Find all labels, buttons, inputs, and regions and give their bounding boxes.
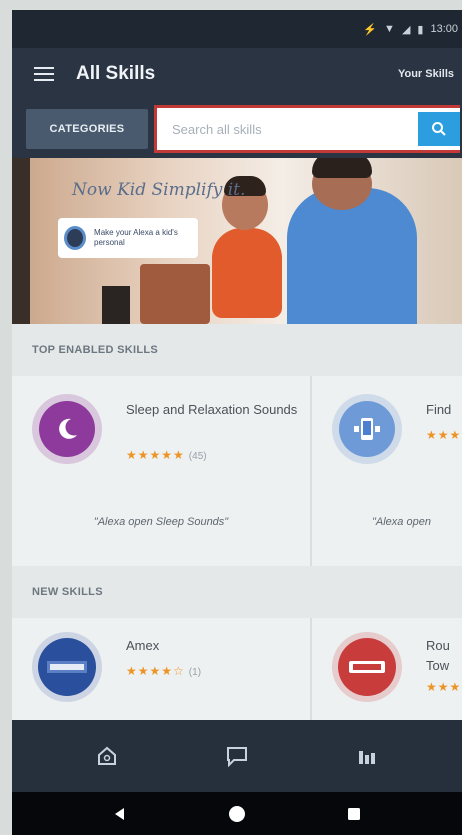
hamburger-menu-icon[interactable] [34,67,54,81]
search-button[interactable] [418,112,460,146]
skill-icon-container [32,394,102,464]
rating-stars: ★★★ [426,428,462,442]
nav-home[interactable] [87,736,127,776]
activity-icon [359,751,375,764]
promo-banner[interactable]: Now Kid Simplify it. Make your Alexa a k… [12,158,462,324]
search-box [154,105,460,153]
banner-chair [140,264,210,324]
nav-activity[interactable] [347,736,387,776]
rating-count: (45) [188,451,207,462]
top-enabled-cards: Sleep and Relaxation Sounds ★★★★★ (45) "A… [12,376,462,566]
skill-name: Sleep and Relaxation Sounds [126,402,298,417]
system-back-button[interactable] [107,801,133,827]
skill-icon-container [32,632,102,702]
home-icon [98,746,116,765]
skill-rating: ★★★★★ (45) [126,448,207,462]
status-bar: ⚡ ▼ ◢ ▮ 13:00 [12,10,462,48]
amex-icon [47,661,87,673]
battery-icon: ▮ [417,23,424,36]
bottom-nav [12,720,462,792]
banner-child-figure [212,228,282,318]
categories-button[interactable]: CATEGORIES [26,109,148,149]
recents-square-icon [347,807,360,820]
page-title: All Skills [76,63,156,84]
banner-card-text: Make your Alexa a kid's personal [94,228,178,247]
top-enabled-header: TOP ENABLED SKILLS [12,324,462,376]
skill-rating: ★★★★☆ (1) [126,664,201,678]
echo-dot-icon [64,226,87,250]
system-nav-bar [12,792,462,835]
red-card-icon [349,661,385,673]
status-time: 13:00 [430,23,458,35]
rating-stars: ★★★★☆ [126,664,185,678]
phone-screen: ⚡ ▼ ◢ ▮ 13:00 All Skills Your Skills CAT… [12,10,462,835]
your-skills-link[interactable]: Your Skills [398,68,454,80]
search-input[interactable] [162,112,418,146]
skill-invocation-quote: "Alexa open [372,516,431,528]
skill-icon-container [332,394,402,464]
skill-rating: ★★★ [426,428,461,442]
banner-headline: Now Kid Simplify it. [72,180,246,200]
chat-icon [227,747,247,767]
wifi-icon: ▼ [384,23,395,35]
system-recents-button[interactable] [341,801,367,827]
skill-rating: ★★★ [426,680,461,694]
back-triangle-icon [115,807,125,820]
search-row: CATEGORIES [12,100,462,158]
bluetooth-icon: ⚡ [363,23,378,36]
system-home-button[interactable] [224,801,250,827]
skill-name: Find [426,402,452,417]
new-skills-header: NEW SKILLS [12,566,462,618]
rating-count: (1) [188,667,202,678]
rating-stars: ★★★ [426,680,462,694]
search-icon [432,122,446,136]
skill-card[interactable]: Amex ★★★★☆ (1) [12,618,312,720]
app-bar: All Skills Your Skills [12,48,462,100]
skill-card[interactable]: Sleep and Relaxation Sounds ★★★★★ (45) "A… [12,376,312,566]
phone-finder-icon [354,418,380,440]
home-circle-icon [228,805,245,822]
new-skills-cards: Amex ★★★★☆ (1) Rou Tow ★★★ [12,618,462,720]
rating-stars: ★★★★★ [126,448,185,462]
skill-name: Rou Tow [426,638,450,673]
moon-icon [59,418,77,439]
signal-icon: ◢ [401,23,411,36]
banner-card: Make your Alexa a kid's personal [58,218,198,258]
skill-icon-container [332,632,402,702]
skill-name: Amex [126,638,160,653]
banner-device [102,286,130,324]
nav-conversations[interactable] [217,736,257,776]
skill-card[interactable]: Rou Tow ★★★ [312,618,462,720]
skill-card[interactable]: Find ★★★ "Alexa open [312,376,462,566]
skill-invocation-quote: "Alexa open Sleep Sounds" [93,516,229,528]
